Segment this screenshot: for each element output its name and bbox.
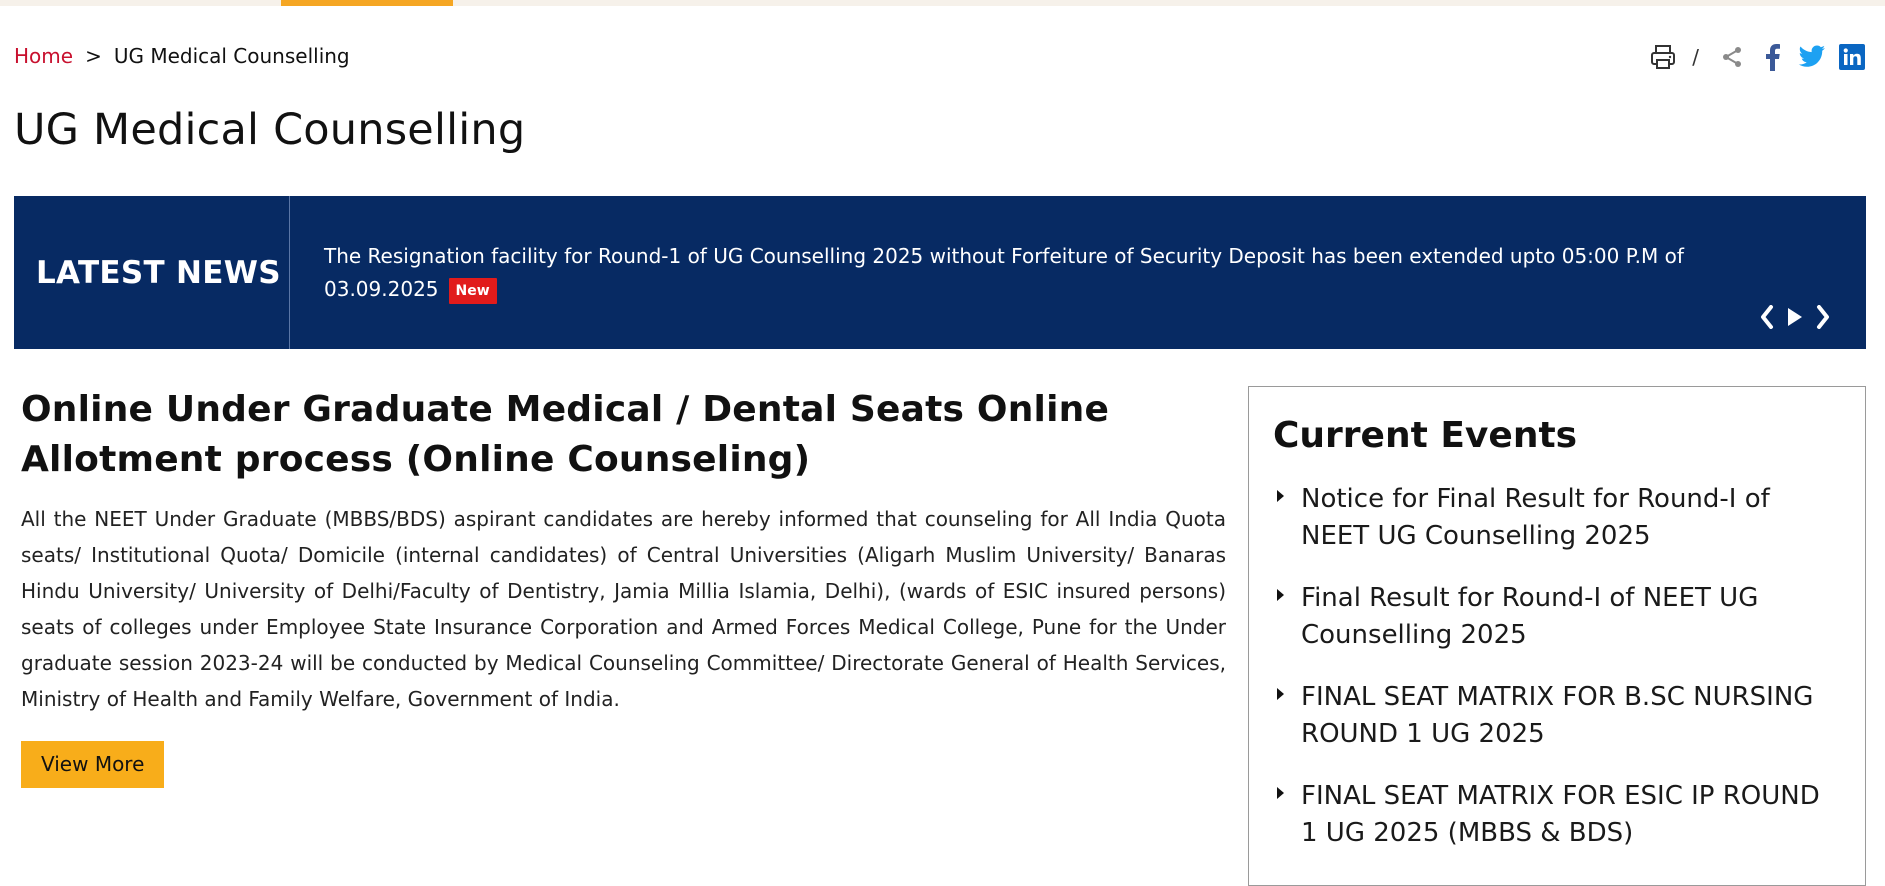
caret-right-icon: [1277, 490, 1284, 502]
latest-news-ticker: LATEST NEWS The Resignation facility for…: [14, 196, 1866, 349]
twitter-icon[interactable]: [1797, 42, 1827, 72]
event-item-text[interactable]: FINAL SEAT MATRIX FOR ESIC IP ROUND 1 UG…: [1301, 781, 1820, 848]
caret-right-icon: [1277, 589, 1284, 601]
tools-separator: /: [1692, 45, 1699, 69]
event-item[interactable]: Final Result for Round-I of NEET UG Coun…: [1273, 580, 1843, 654]
section-title: Online Under Graduate Medical / Dental S…: [21, 389, 1110, 480]
breadcrumb: Home > UG Medical Counselling: [14, 44, 350, 68]
latest-news-label: LATEST NEWS: [14, 196, 290, 349]
news-item[interactable]: The Resignation facility for Round-1 of …: [324, 240, 1694, 306]
breadcrumb-home-link[interactable]: Home: [14, 44, 73, 68]
top-nav-strip: [0, 0, 1885, 6]
new-badge: New: [448, 277, 497, 304]
event-item[interactable]: FINAL SEAT MATRIX FOR B.SC NURSING ROUND…: [1273, 679, 1843, 753]
news-item-text[interactable]: The Resignation facility for Round-1 of …: [324, 244, 1684, 301]
event-item-text[interactable]: Final Result for Round-I of NEET UG Coun…: [1301, 583, 1758, 650]
chevron-left-icon[interactable]: [1756, 304, 1778, 330]
play-icon[interactable]: [1784, 304, 1806, 330]
current-events-list: Notice for Final Result for Round-I of N…: [1273, 481, 1843, 852]
share-icon[interactable]: [1717, 42, 1747, 72]
chevron-right-icon[interactable]: [1812, 304, 1834, 330]
active-nav-indicator: [281, 0, 453, 6]
current-events-title: Current Events: [1273, 415, 1578, 456]
facebook-icon[interactable]: [1757, 42, 1787, 72]
print-icon[interactable]: [1648, 42, 1678, 72]
breadcrumb-current: UG Medical Counselling: [113, 44, 350, 68]
view-more-button[interactable]: View More: [21, 741, 165, 788]
page-tools: /: [1648, 40, 1867, 74]
event-item-text[interactable]: Notice for Final Result for Round-I of N…: [1301, 484, 1770, 551]
event-item[interactable]: FINAL SEAT MATRIX FOR ESIC IP ROUND 1 UG…: [1273, 778, 1843, 852]
caret-right-icon: [1277, 688, 1284, 700]
counselling-intro: Online Under Graduate Medical / Dental S…: [21, 385, 1226, 788]
page-title: UG Medical Counselling: [14, 105, 526, 155]
section-body: All the NEET Under Graduate (MBBS/BDS) a…: [21, 507, 1226, 711]
news-controls: [1756, 304, 1834, 330]
breadcrumb-separator: >: [85, 44, 102, 68]
caret-right-icon: [1277, 787, 1284, 799]
event-item-text[interactable]: FINAL SEAT MATRIX FOR B.SC NURSING ROUND…: [1301, 682, 1813, 749]
current-events-panel: Current Events Notice for Final Result f…: [1248, 386, 1866, 886]
event-item[interactable]: Notice for Final Result for Round-I of N…: [1273, 481, 1843, 555]
linkedin-icon[interactable]: [1837, 42, 1867, 72]
